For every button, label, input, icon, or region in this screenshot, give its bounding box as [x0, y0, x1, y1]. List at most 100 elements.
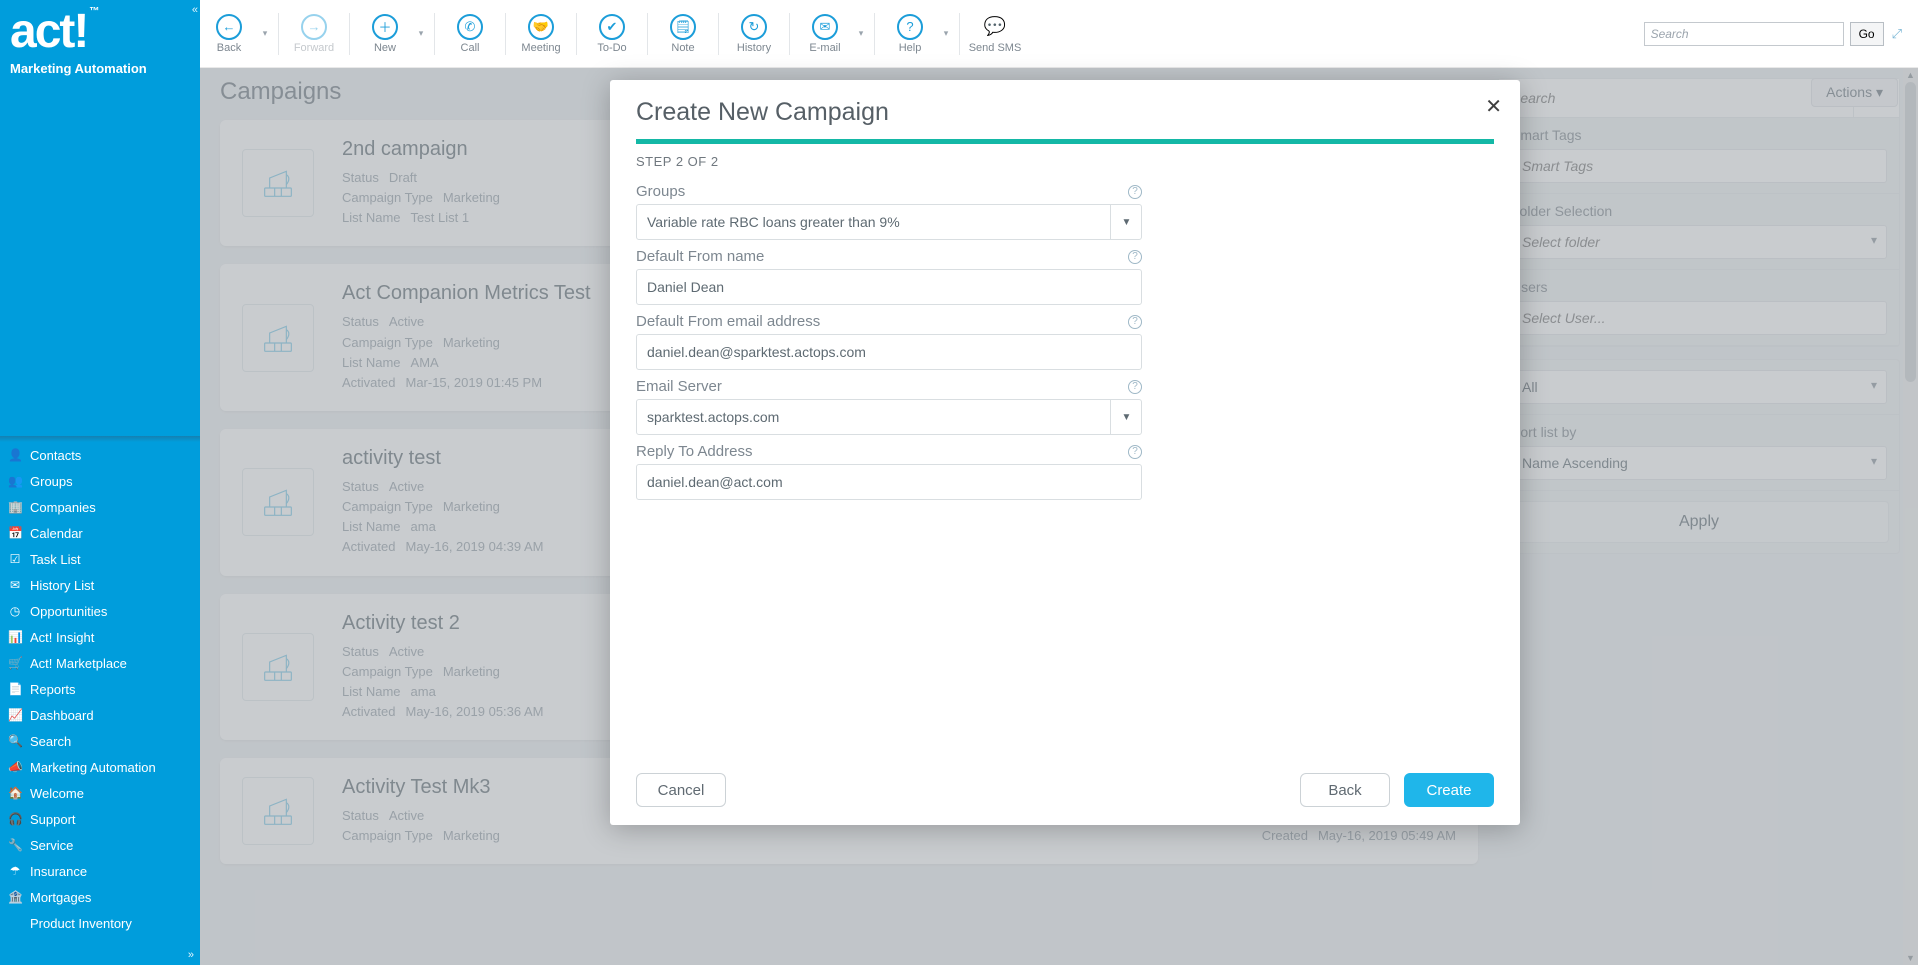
nav-label: Support	[30, 812, 76, 827]
nav-label: Task List	[30, 552, 81, 567]
nav-label: Search	[30, 734, 71, 749]
sidebar-item-marketing-automation[interactable]: 📣 Marketing Automation	[0, 754, 200, 780]
sidebar-item-reports[interactable]: 📄 Reports	[0, 676, 200, 702]
reply-to-label: Reply To Address	[636, 443, 752, 460]
sidebar-item-groups[interactable]: 👥Groups	[0, 468, 200, 494]
reply-to-input[interactable]	[636, 464, 1142, 500]
from-email-help-icon[interactable]: ?	[1128, 315, 1142, 329]
sidebar-expand-icon[interactable]: »	[188, 949, 194, 961]
back-dropdown[interactable]: ▾	[258, 28, 272, 39]
modal-create-button[interactable]: Create	[1404, 773, 1494, 807]
history-button[interactable]: ↻History	[725, 0, 783, 68]
sidebar-item-support[interactable]: 🎧 Support	[0, 806, 200, 832]
sidebar-item-calendar[interactable]: 📅Calendar	[0, 520, 200, 546]
forward-button[interactable]: →Forward	[285, 0, 343, 68]
global-search-go-button[interactable]: Go	[1850, 22, 1884, 46]
nav-label: Contacts	[30, 448, 81, 463]
sidebar-item-service[interactable]: 🔧 Service	[0, 832, 200, 858]
note-button[interactable]: 🗒Note	[654, 0, 712, 68]
from-email-input[interactable]	[636, 334, 1142, 370]
nav-icon: 📣	[8, 760, 22, 774]
nav-icon: 🎧	[8, 812, 22, 826]
call-button[interactable]: ✆Call	[441, 0, 499, 68]
nav-label: Mortgages	[30, 890, 91, 905]
modal-back-button[interactable]: Back	[1300, 773, 1390, 807]
nav-icon: ☂	[8, 864, 22, 878]
nav-icon: 📊	[8, 630, 22, 644]
nav-icon: 👤	[8, 448, 22, 462]
from-name-label: Default From name	[636, 248, 764, 265]
from-name-input[interactable]	[636, 269, 1142, 305]
nav-icon: 🏢	[8, 500, 22, 514]
email-dropdown[interactable]: ▾	[854, 28, 868, 39]
nav-label: Marketing Automation	[30, 760, 156, 775]
sidebar-item-act-insight[interactable]: 📊 Act! Insight	[0, 624, 200, 650]
email-server-label: Email Server	[636, 378, 722, 395]
sidebar-item-welcome[interactable]: 🏠 Welcome	[0, 780, 200, 806]
sidebar-item-contacts[interactable]: 👤 Contacts	[0, 442, 200, 468]
global-search-input[interactable]	[1644, 22, 1844, 46]
nav-label: Calendar	[30, 526, 83, 541]
sidebar-item-act-marketplace[interactable]: 🛒 Act! Marketplace	[0, 650, 200, 676]
nav-label: Product Inventory	[30, 916, 132, 931]
top-toolbar: ←Back ▾ →Forward ＋New ▾ ✆Call 🤝Meeting ✔…	[200, 0, 1918, 68]
nav-label: Act! Insight	[30, 630, 94, 645]
brand-logo: act!™	[10, 12, 190, 53]
expand-icon[interactable]: ⤢	[1890, 24, 1904, 44]
back-button[interactable]: ←Back	[200, 0, 258, 68]
brand-subtitle: Marketing Automation	[10, 61, 190, 76]
modal-cancel-button[interactable]: Cancel	[636, 773, 726, 807]
email-server-help-icon[interactable]: ?	[1128, 380, 1142, 394]
sidebar-item-companies[interactable]: 🏢 Companies	[0, 494, 200, 520]
email-server-select[interactable]	[636, 399, 1142, 435]
nav-icon: 🛒	[8, 656, 22, 670]
send-sms-button[interactable]: 💬Send SMS	[966, 0, 1024, 68]
sidebar-item-opportunities[interactable]: ◷ Opportunities	[0, 598, 200, 624]
nav-label: Act! Marketplace	[30, 656, 127, 671]
nav-icon: 🔧	[8, 838, 22, 852]
sidebar-nav: 👤 Contacts 👥Groups 🏢 Companies 📅Calendar☑Task…	[0, 442, 200, 936]
from-email-label: Default From email address	[636, 313, 820, 330]
help-dropdown[interactable]: ▾	[939, 28, 953, 39]
new-button[interactable]: ＋New	[356, 0, 414, 68]
nav-icon: 🔍	[8, 734, 22, 748]
new-dropdown[interactable]: ▾	[414, 28, 428, 39]
nav-label: History List	[30, 578, 94, 593]
nav-icon: 🏦	[8, 890, 22, 904]
modal-step-indicator: STEP 2 OF 2	[610, 144, 1520, 183]
nav-label: Opportunities	[30, 604, 107, 619]
sidebar-item-product-inventory[interactable]: Product Inventory	[0, 910, 200, 936]
sidebar: « act!™ Marketing Automation 👤Contacts👥G…	[0, 0, 200, 965]
meeting-button[interactable]: 🤝Meeting	[512, 0, 570, 68]
sidebar-item-dashboard[interactable]: 📈 Dashboard	[0, 702, 200, 728]
logo-area: act!™ Marketing Automation	[0, 0, 200, 84]
sidebar-item-mortgages[interactable]: 🏦 Mortgages	[0, 884, 200, 910]
sidebar-item-history-list[interactable]: ✉ History List	[0, 572, 200, 598]
nav-label: Insurance	[30, 864, 87, 879]
email-button[interactable]: ✉E-mail	[796, 0, 854, 68]
nav-icon: 📄	[8, 682, 22, 696]
todo-button[interactable]: ✔To-Do	[583, 0, 641, 68]
from-name-help-icon[interactable]: ?	[1128, 250, 1142, 264]
modal-close-button[interactable]: ✕	[1485, 94, 1502, 119]
groups-label: Groups	[636, 183, 685, 200]
sidebar-item-insurance[interactable]: ☂ Insurance	[0, 858, 200, 884]
nav-label: Service	[30, 838, 73, 853]
reply-to-help-icon[interactable]: ?	[1128, 445, 1142, 459]
nav-icon: ◷	[8, 604, 22, 618]
groups-help-icon[interactable]: ?	[1128, 185, 1142, 199]
sidebar-item-task-list[interactable]: ☑Task List	[0, 546, 200, 572]
nav-icon: 🏠	[8, 786, 22, 800]
sidebar-item-search[interactable]: 🔍 Search	[0, 728, 200, 754]
nav-icon: 📈	[8, 708, 22, 722]
nav-label: Companies	[30, 500, 96, 515]
nav-label: Dashboard	[30, 708, 94, 723]
nav-label: Welcome	[30, 786, 84, 801]
modal-title: Create New Campaign	[636, 98, 1494, 127]
help-button[interactable]: ?Help	[881, 0, 939, 68]
create-campaign-modal: Create New Campaign ✕ STEP 2 OF 2 Groups…	[610, 80, 1520, 825]
groups-select[interactable]	[636, 204, 1142, 240]
nav-label: Reports	[30, 682, 76, 697]
nav-icon: ✉	[8, 578, 22, 592]
nav-icon: 👥	[8, 474, 22, 488]
